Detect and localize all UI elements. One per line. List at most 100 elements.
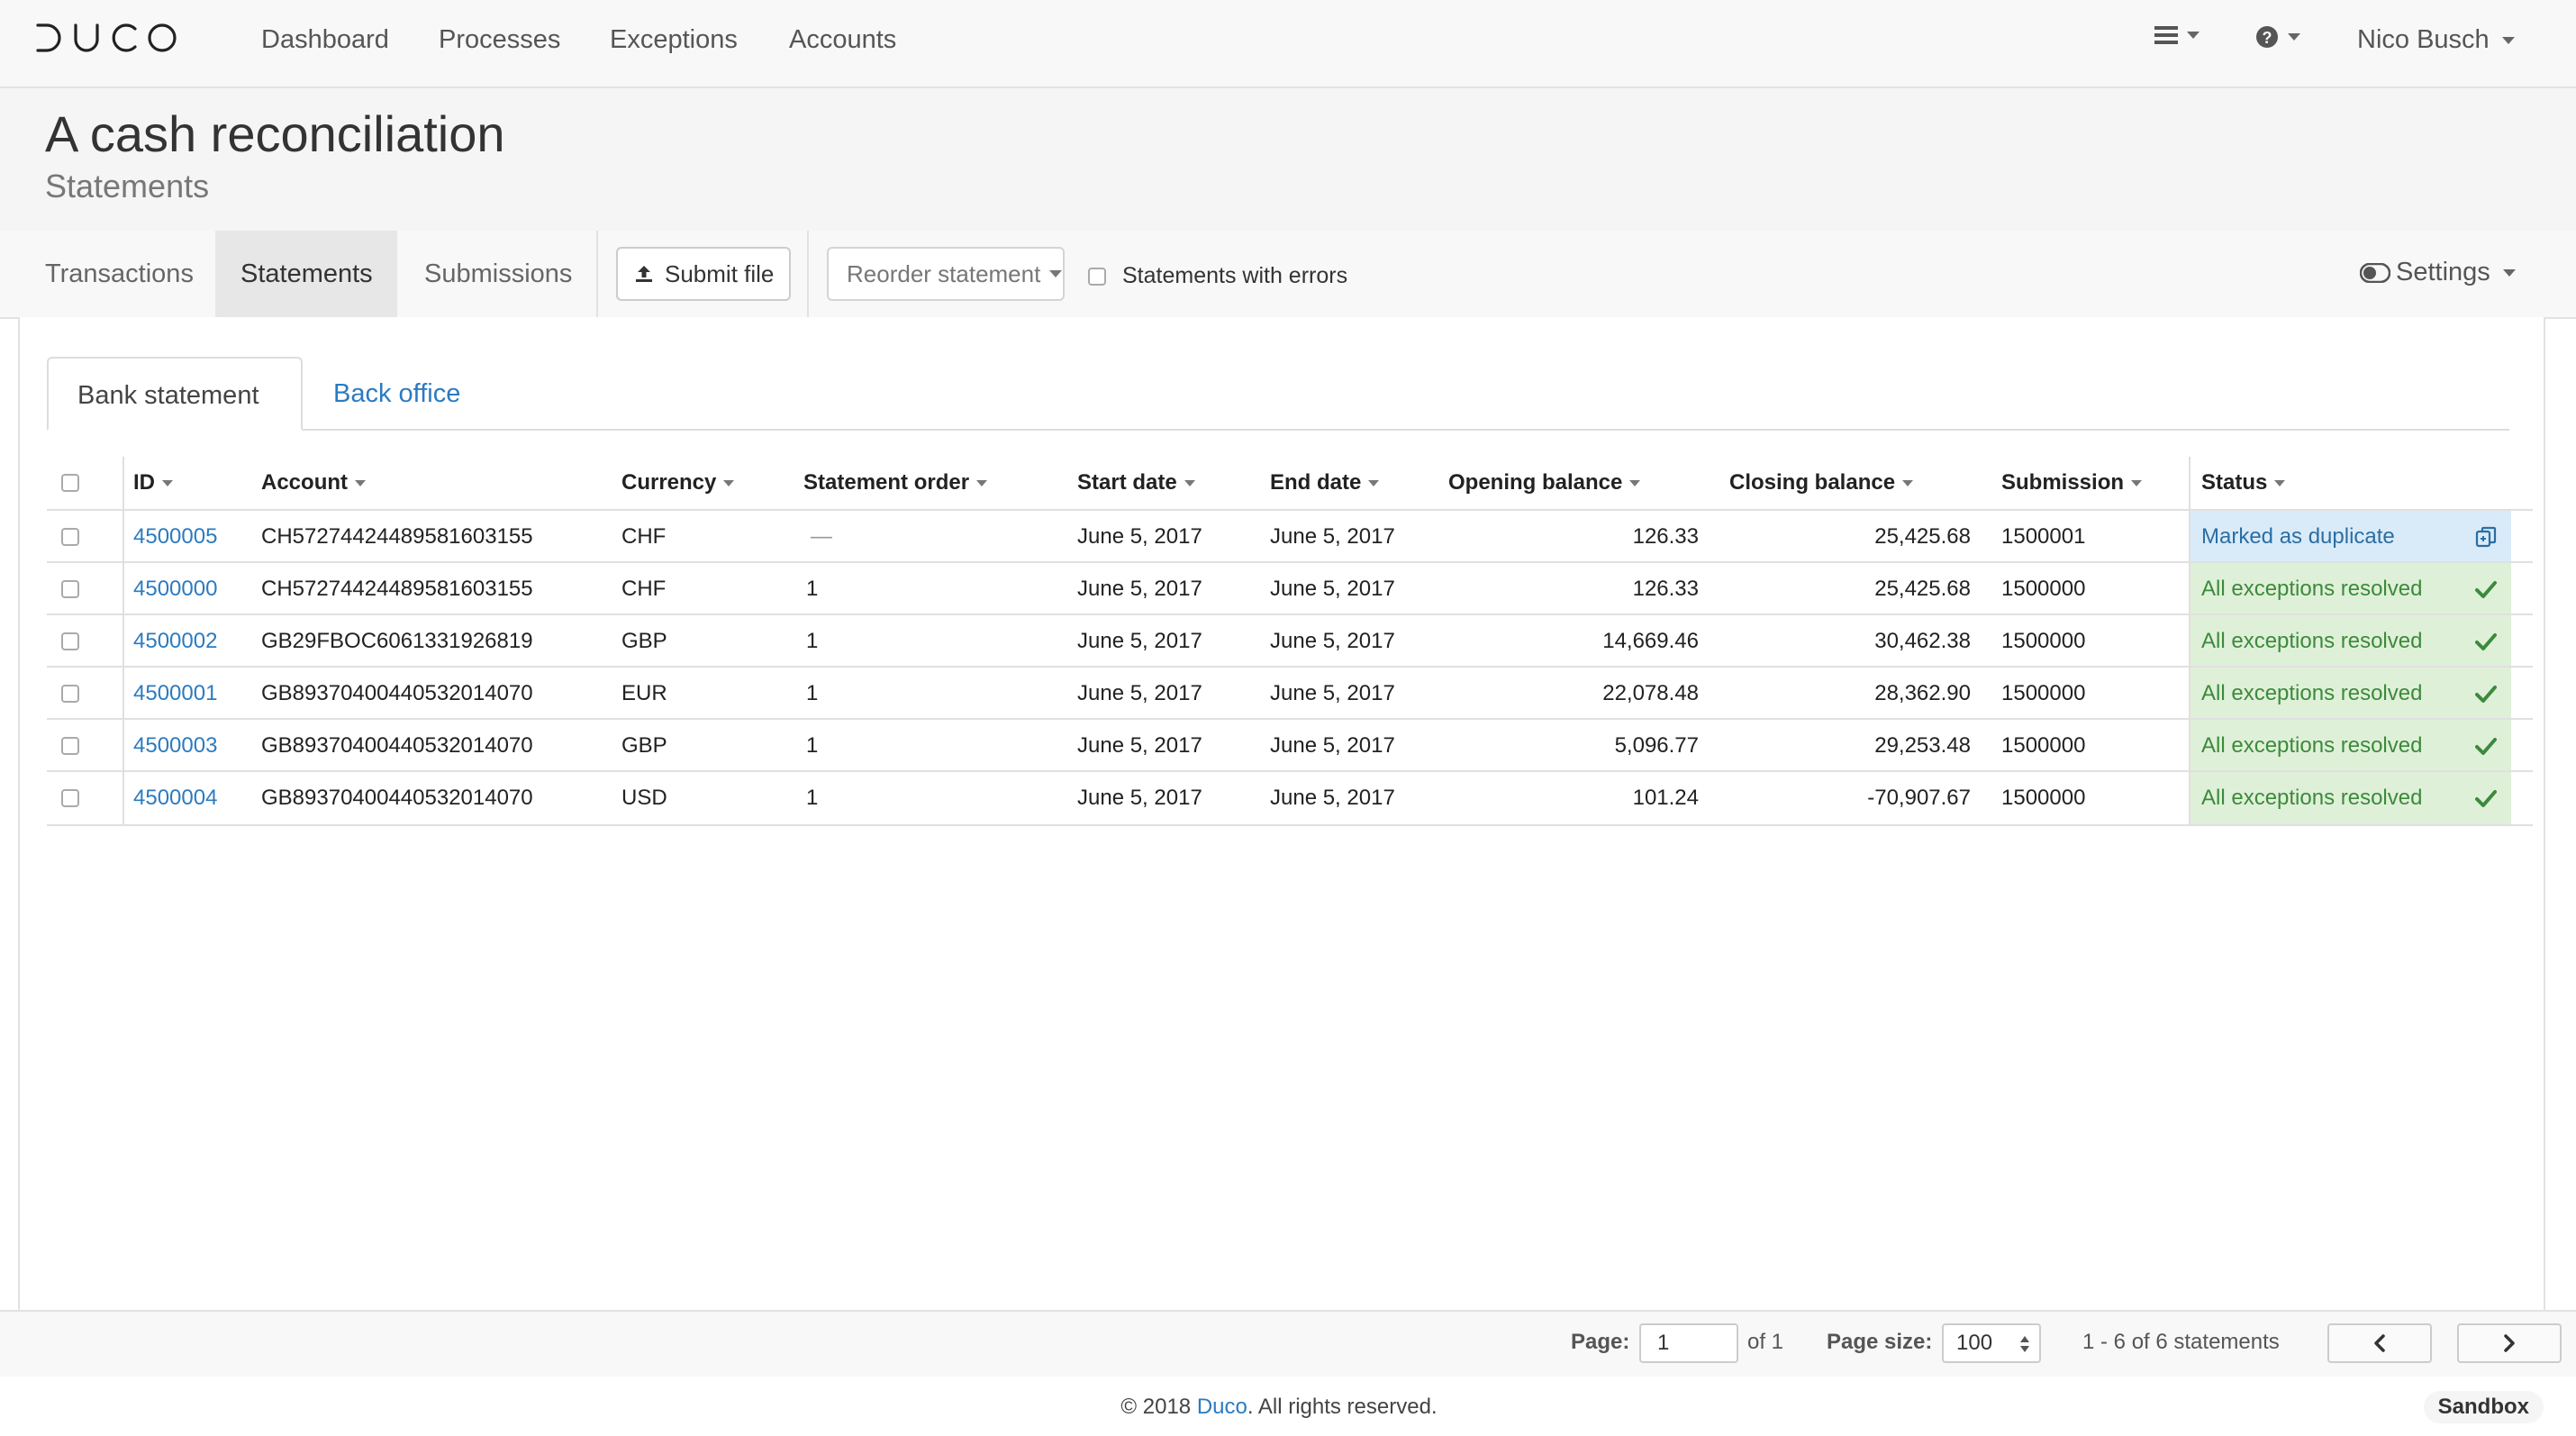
column-header-status[interactable]: Status [2201, 457, 2286, 509]
closing-balance-cell: 25,425.68 [1874, 577, 1971, 601]
column-header-start-date[interactable]: Start date [1077, 457, 1195, 509]
tab-back-office[interactable]: Back office [304, 357, 489, 431]
statement-id-link[interactable]: 4500005 [133, 511, 217, 563]
status-cell[interactable]: Marked as duplicate [2191, 511, 2511, 563]
table-row[interactable]: 4500004 GB89370400440532014070 USD 1 Jun… [47, 770, 2533, 826]
table-row[interactable]: 4500005 CH57274424489581603155 CHF — Jun… [47, 509, 2533, 563]
submit-file-label: Submit file [665, 259, 775, 287]
column-header-id[interactable]: ID [133, 457, 173, 509]
check-icon [2475, 686, 2497, 703]
nav-accounts[interactable]: Accounts [789, 25, 896, 55]
status-label: All exceptions resolved [2201, 629, 2423, 653]
column-header-end-date[interactable]: End date [1270, 457, 1380, 509]
statement-id-link[interactable]: 4500001 [133, 668, 217, 720]
end-date-cell: June 5, 2017 [1270, 577, 1395, 601]
select-all-checkbox[interactable] [61, 474, 79, 492]
row-checkbox[interactable] [61, 685, 79, 703]
sort-caret-icon [1368, 480, 1380, 487]
table-row[interactable]: 4500003 GB89370400440532014070 GBP 1 Jun… [47, 718, 2533, 772]
row-checkbox[interactable] [61, 580, 79, 598]
previous-page-button[interactable] [2327, 1323, 2432, 1363]
user-menu[interactable]: Nico Busch [2357, 25, 2515, 55]
page-label: Page: [1571, 1330, 1630, 1354]
statement-id-link[interactable]: 4500003 [133, 720, 217, 772]
nav-processes[interactable]: Processes [439, 25, 560, 55]
statement-id-link[interactable]: 4500004 [133, 772, 217, 824]
statement-id-link[interactable]: 4500002 [133, 615, 217, 668]
duco-logo[interactable] [34, 20, 178, 56]
table-row[interactable]: 4500001 GB89370400440532014070 EUR 1 Jun… [47, 666, 2533, 720]
question-circle-icon: ? [2256, 26, 2278, 48]
nav-exceptions[interactable]: Exceptions [610, 25, 738, 55]
status-label: Marked as duplicate [2201, 524, 2395, 549]
sort-caret-icon [1629, 480, 1641, 487]
errors-filter[interactable]: Statements with errors [1088, 263, 1347, 289]
svg-text:?: ? [2263, 29, 2272, 47]
toggle-icon [2360, 262, 2390, 283]
next-page-button[interactable] [2457, 1323, 2562, 1363]
row-checkbox[interactable] [61, 528, 79, 546]
submit-file-button[interactable]: Submit file [616, 247, 791, 301]
page-title: A cash reconciliation [45, 105, 505, 162]
results-summary: 1 - 6 of 6 statements [2082, 1330, 2280, 1354]
statement-id-link[interactable]: 4500000 [133, 563, 217, 615]
row-checkbox[interactable] [61, 737, 79, 755]
menu-dropdown[interactable] [2154, 25, 2200, 45]
column-header-account[interactable]: Account [261, 457, 366, 509]
status-cell: All exceptions resolved [2191, 668, 2511, 720]
tab-submissions[interactable]: Submissions [399, 231, 597, 317]
currency-cell: GBP [621, 733, 667, 758]
start-date-cell: June 5, 2017 [1077, 681, 1202, 705]
column-header-opening-balance[interactable]: Opening balance [1448, 457, 1641, 509]
end-date-cell: June 5, 2017 [1270, 681, 1395, 705]
reorder-statement-dropdown[interactable]: Reorder statement [827, 247, 1065, 301]
row-checkbox[interactable] [61, 789, 79, 807]
column-header-currency[interactable]: Currency [621, 457, 735, 509]
page-input[interactable]: 1 [1639, 1323, 1738, 1363]
start-date-cell: June 5, 2017 [1077, 629, 1202, 653]
column-header-statement-order[interactable]: Statement order [803, 457, 988, 509]
status-cell: All exceptions resolved [2191, 563, 2511, 615]
column-divider [122, 563, 124, 615]
end-date-cell: June 5, 2017 [1270, 733, 1395, 758]
currency-cell: EUR [621, 681, 667, 705]
column-divider [122, 772, 124, 824]
main-panel: Bank statement Back office ID Account Cu… [18, 317, 2545, 1310]
copyright-suffix: . All rights reserved. [1247, 1395, 1438, 1419]
chevron-down-icon [1049, 270, 1063, 277]
errors-checkbox[interactable] [1088, 267, 1106, 286]
submission-cell: 1500001 [2001, 524, 2086, 549]
account-cell: GB89370400440532014070 [261, 681, 533, 705]
page-size-value: 100 [1956, 1331, 1993, 1355]
sort-caret-icon [2131, 480, 2143, 487]
table-row[interactable]: 4500000 CH57274424489581603155 CHF 1 Jun… [47, 561, 2533, 615]
tab-transactions[interactable]: Transactions [20, 231, 219, 317]
start-date-cell: June 5, 2017 [1077, 786, 1202, 810]
sub-toolbar: Transactions Statements Submissions Subm… [0, 231, 2576, 319]
copyright-text: © 2018 Duco. All rights reserved. [0, 1395, 2558, 1420]
opening-balance-cell: 22,078.48 [1602, 681, 1699, 705]
settings-dropdown[interactable]: Settings [2360, 258, 2516, 287]
column-header-submission[interactable]: Submission [2001, 457, 2143, 509]
nav-dashboard[interactable]: Dashboard [261, 25, 389, 55]
page-size-select[interactable]: 100 [1942, 1323, 2041, 1363]
statement-order-cell: 1 [806, 681, 819, 705]
row-checkbox[interactable] [61, 632, 79, 650]
closing-balance-cell: 29,253.48 [1874, 733, 1971, 758]
column-divider [122, 615, 124, 668]
reorder-statement-label: Reorder statement [847, 259, 1041, 287]
submission-cell: 1500000 [2001, 681, 2086, 705]
duco-link[interactable]: Duco [1197, 1395, 1247, 1419]
table-row[interactable]: 4500002 GB29FBOC6061331926819 GBP 1 June… [47, 613, 2533, 668]
copy-icon[interactable] [2475, 526, 2497, 548]
tab-statements[interactable]: Statements [215, 231, 397, 317]
tab-bank-statement[interactable]: Bank statement [47, 357, 303, 431]
column-header-closing-balance[interactable]: Closing balance [1729, 457, 1914, 509]
check-icon [2475, 790, 2497, 807]
page-count: of 1 [1747, 1330, 1784, 1354]
divider [596, 231, 598, 317]
statement-order-cell: 1 [806, 629, 819, 653]
check-icon [2475, 738, 2497, 755]
help-dropdown[interactable]: ? [2255, 25, 2300, 49]
start-date-cell: June 5, 2017 [1077, 733, 1202, 758]
